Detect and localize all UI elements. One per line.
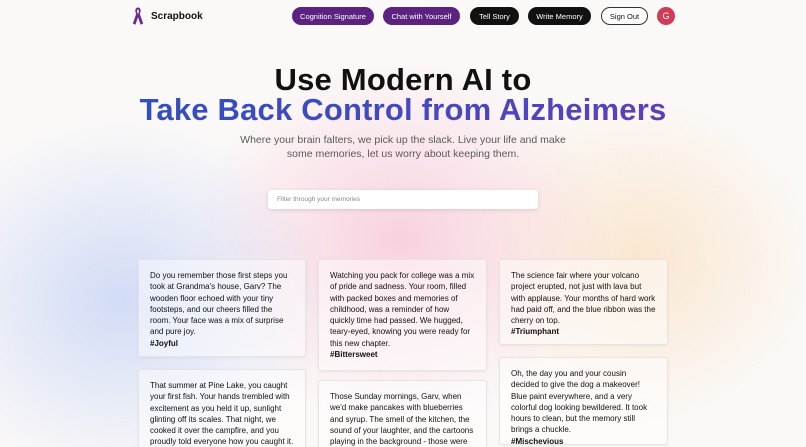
memory-text: Those Sunday mornings, Garv, when we'd m… xyxy=(330,392,474,447)
app-name: Scrapbook xyxy=(151,10,203,22)
memory-text: Do you remember those first steps you to… xyxy=(150,271,288,337)
write-memory-button[interactable]: Write Memory xyxy=(528,7,591,25)
memory-card[interactable]: That summer at Pine Lake, you caught you… xyxy=(138,369,306,447)
memory-tag: #Triumphant xyxy=(511,327,560,337)
user-avatar[interactable]: G xyxy=(657,7,675,25)
app-logo[interactable]: Scrapbook xyxy=(131,6,203,26)
sign-out-button[interactable]: Sign Out xyxy=(601,7,648,25)
memory-tag: #Joyful xyxy=(150,338,179,348)
hero-subtitle: Where your brain falters, we pick up the… xyxy=(240,134,566,160)
memory-card[interactable]: The science fair where your volcano proj… xyxy=(499,259,668,345)
chat-with-yourself-button[interactable]: Chat with Yourself xyxy=(383,7,460,25)
hero-title-line-2: Take Back Control from Alzheimers xyxy=(0,92,806,128)
awareness-ribbon-icon xyxy=(132,7,144,25)
memory-text: That summer at Pine Lake, you caught you… xyxy=(150,381,294,447)
memory-card[interactable]: Watching you pack for college was a mix … xyxy=(318,259,487,371)
tell-story-button[interactable]: Tell Story xyxy=(470,7,519,25)
memory-text: Oh, the day you and your cousin decided … xyxy=(511,369,648,435)
memory-text: Watching you pack for college was a mix … xyxy=(330,271,475,348)
top-nav-bar: Scrapbook Cognition Signature Chat with … xyxy=(0,0,806,32)
memory-text: The science fair where your volcano proj… xyxy=(511,271,656,326)
memory-card[interactable]: Do you remember those first steps you to… xyxy=(138,259,306,357)
memory-search-input[interactable] xyxy=(268,190,538,209)
memory-tag: #Bittersweet xyxy=(330,350,378,360)
memory-card[interactable]: Oh, the day you and your cousin decided … xyxy=(499,357,668,445)
cognition-signature-button[interactable]: Cognition Signature xyxy=(292,7,374,25)
memory-tag: #Mischevious xyxy=(511,436,564,445)
memory-card[interactable]: Those Sunday mornings, Garv, when we'd m… xyxy=(318,380,487,447)
